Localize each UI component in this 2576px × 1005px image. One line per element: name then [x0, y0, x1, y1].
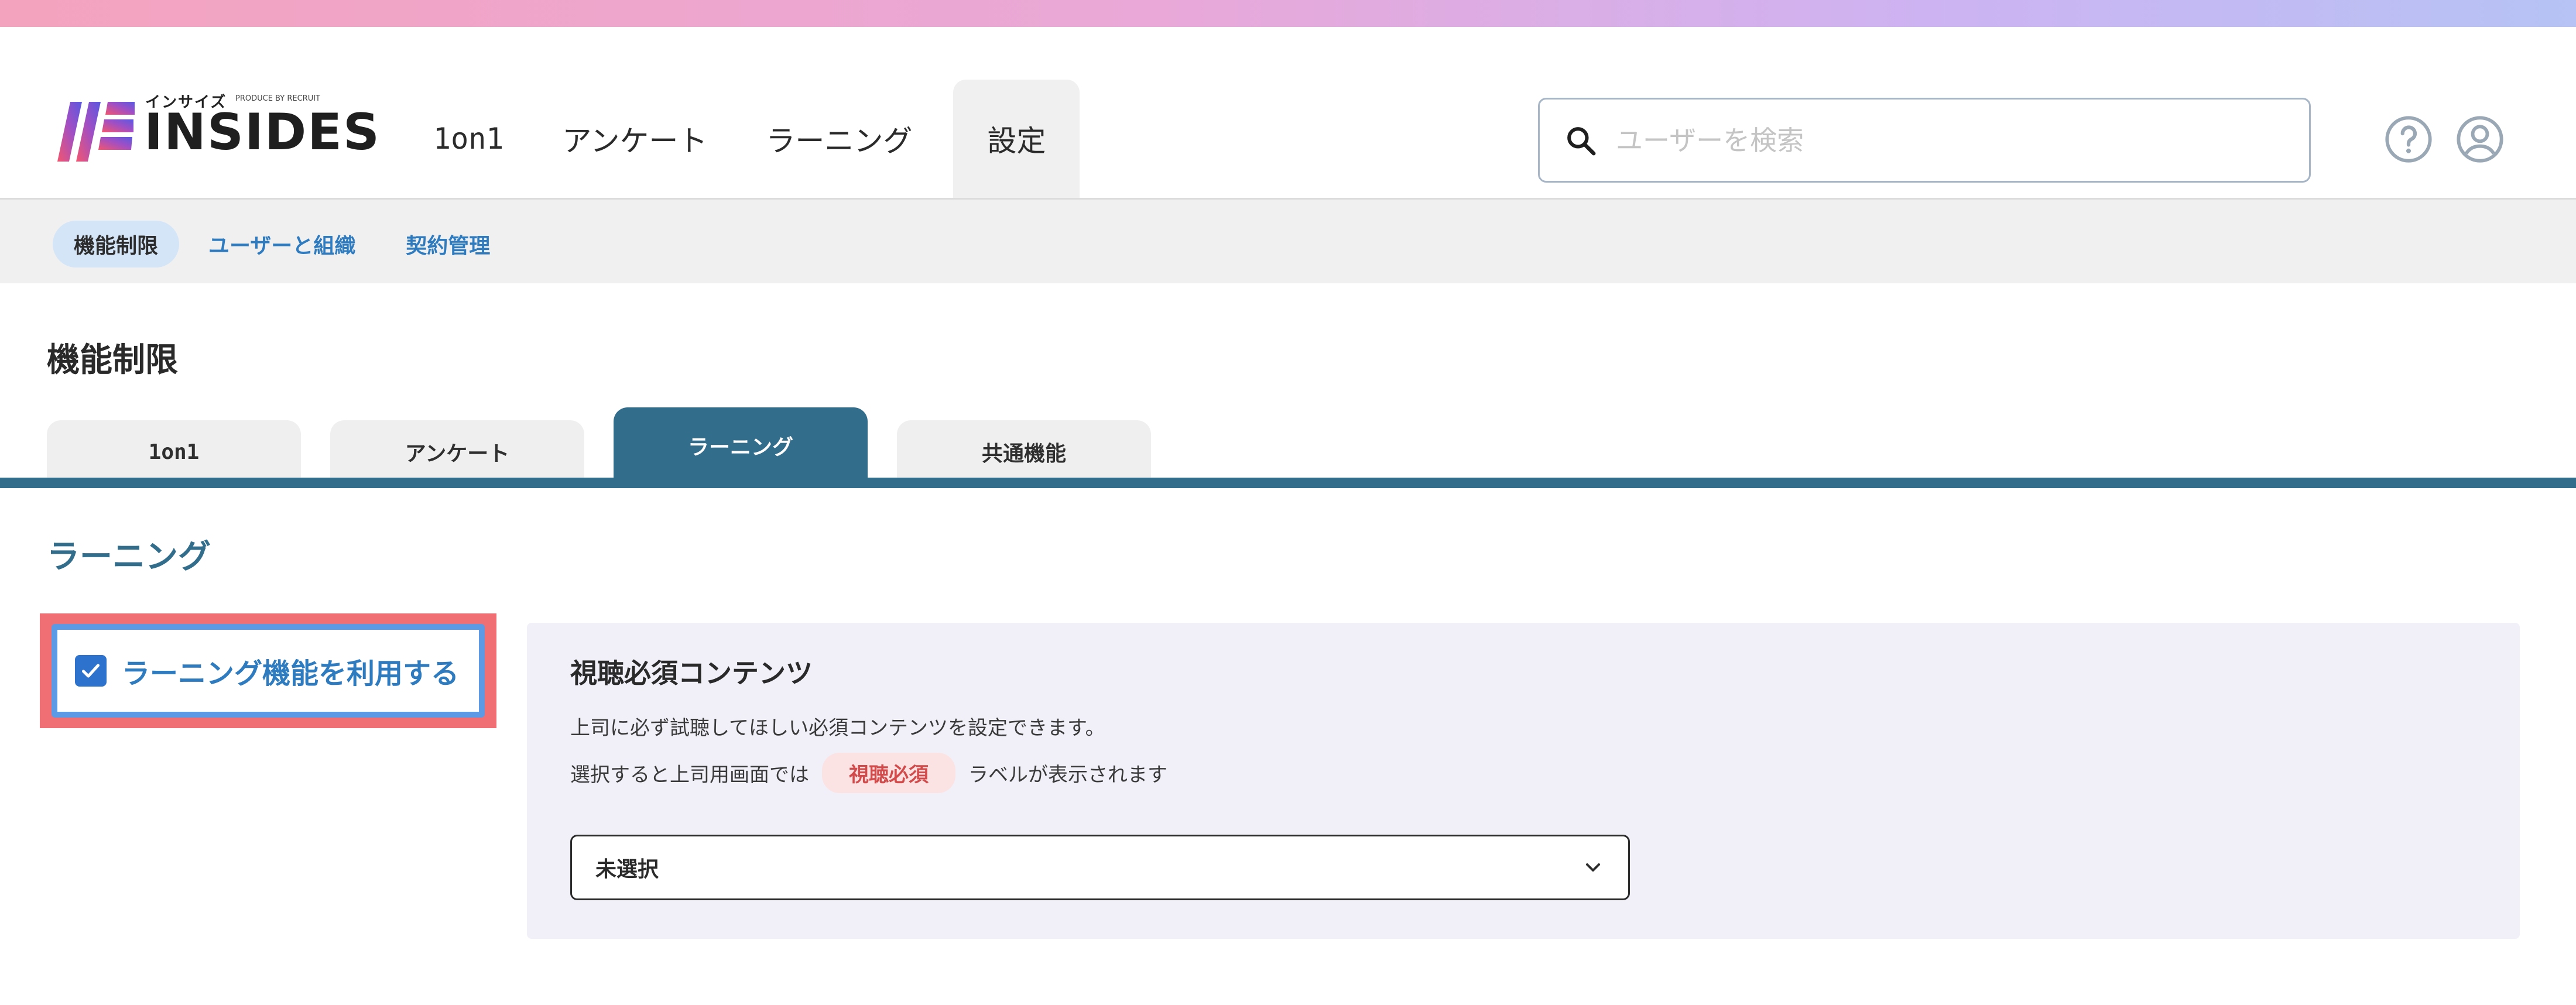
feature-tabs: 1on1 アンケート ラーニング 共通機能: [47, 402, 1180, 483]
tab-learning[interactable]: ラーニング: [614, 407, 868, 483]
nav-item-settings[interactable]: 設定: [953, 80, 1080, 198]
checkmark-icon: [82, 664, 100, 678]
panel-description: 上司に必ず試聴してほしい必須コンテンツを設定できます。: [570, 716, 1105, 740]
top-gradient-bar: [0, 0, 2576, 27]
subnav-items: 機能制限 ユーザーと組織 契約管理: [53, 221, 519, 267]
logo-wordmark: INSIDES: [144, 103, 381, 162]
learning-enable-checkbox[interactable]: ラーニング機能を利用する: [52, 624, 485, 718]
nav-item-survey[interactable]: アンケート: [533, 80, 737, 198]
chevron-down-icon: [1586, 863, 1600, 872]
note-after-text: ラベルが表示されます: [968, 763, 1167, 787]
required-content-panel: 視聴必須コンテンツ 上司に必ず試聴してほしい必須コンテンツを設定できます。 選択…: [527, 623, 2520, 939]
insides-logo[interactable]: インサイズ PRODUCE BY RECRUIT INSIDES: [53, 73, 379, 166]
checkbox-checked[interactable]: [75, 655, 107, 687]
subnav-item-users-and-org[interactable]: ユーザーと組織: [187, 221, 376, 267]
section-title: ラーニング: [47, 538, 211, 576]
subnav-item-contract[interactable]: 契約管理: [385, 221, 511, 267]
required-badge: 視聴必須: [822, 753, 955, 793]
account-icon[interactable]: [2454, 114, 2506, 165]
tab-1on1[interactable]: 1on1: [47, 420, 301, 483]
note-before-text: 選択すると上司用画面では: [570, 763, 809, 787]
required-content-select[interactable]: 未選択: [570, 835, 1630, 900]
checkbox-label[interactable]: ラーニング機能を利用する: [122, 650, 459, 691]
nav-item-learning[interactable]: ラーニング: [737, 80, 941, 198]
subnav-item-feature-restriction[interactable]: 機能制限: [53, 221, 180, 267]
user-search-box[interactable]: [1538, 98, 2311, 183]
help-icon[interactable]: [2383, 114, 2434, 165]
panel-note: 選択すると上司用画面では 視聴必須 ラベルが表示されます: [570, 753, 1167, 793]
main-nav: 1on1 アンケート ラーニング 設定: [404, 80, 1080, 198]
nav-item-1on1[interactable]: 1on1: [404, 80, 533, 198]
tab-common-features[interactable]: 共通機能: [897, 420, 1151, 483]
logo-mark-icon: [57, 102, 135, 162]
tab-survey[interactable]: アンケート: [330, 420, 584, 483]
logo-tagline: PRODUCE BY RECRUIT: [235, 94, 320, 103]
page-title: 機能制限: [47, 341, 178, 379]
search-icon: [1567, 126, 1596, 155]
search-input[interactable]: [1616, 124, 2260, 156]
app-header: インサイズ PRODUCE BY RECRUIT INSIDES 1on1 アン…: [0, 27, 2576, 198]
select-value: 未選択: [595, 857, 659, 881]
settings-subnav: 機能制限 ユーザーと組織 契約管理: [0, 198, 2576, 283]
tab-underline: [0, 478, 2576, 488]
panel-title: 視聴必須コンテンツ: [570, 657, 813, 689]
